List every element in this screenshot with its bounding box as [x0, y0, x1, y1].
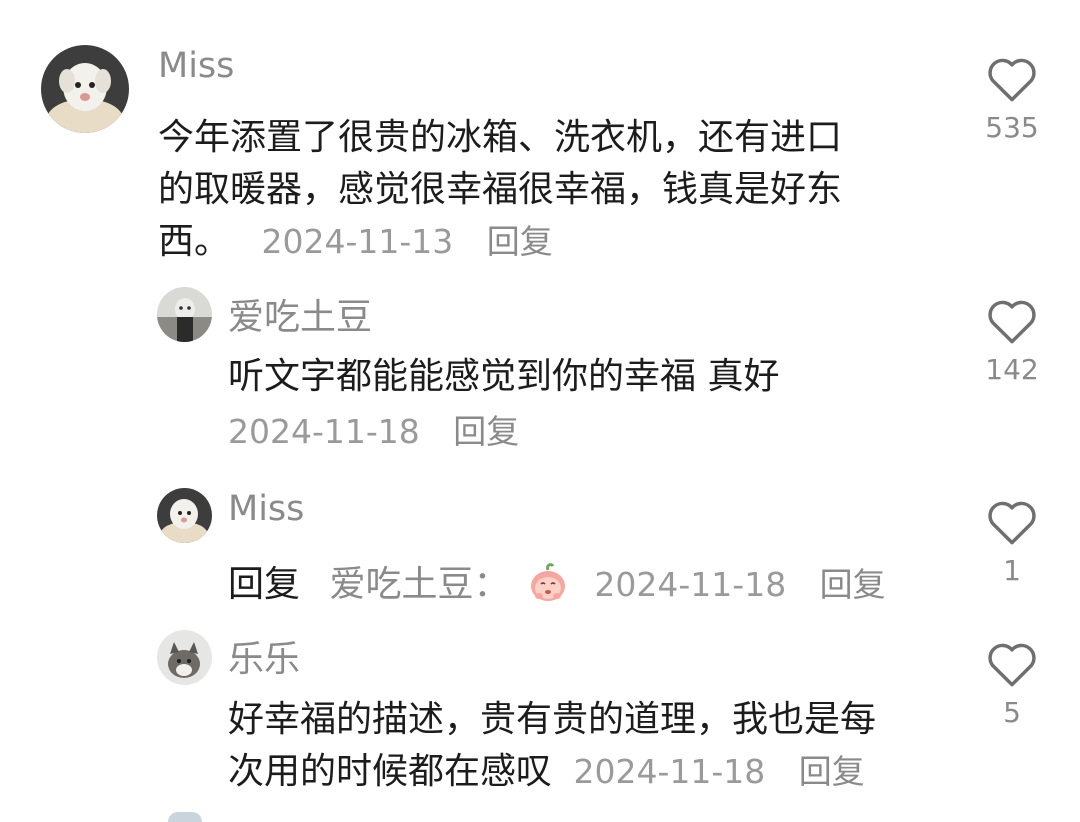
reply-button[interactable]: 回复: [487, 222, 553, 261]
reply-button[interactable]: 回复: [453, 412, 519, 451]
comment-text-line: 西。: [158, 221, 231, 262]
avatar-lele[interactable]: [157, 630, 212, 685]
like-button[interactable]: 142: [982, 297, 1042, 386]
comment-text-line: 次用的时候都在感叹: [228, 751, 553, 792]
comment-date: 2024-11-18: [228, 412, 420, 451]
like-count: 142: [985, 353, 1039, 386]
comment-username[interactable]: Miss: [228, 489, 304, 529]
avatar-aichitudou[interactable]: [157, 287, 212, 342]
like-count: 5: [1003, 696, 1021, 729]
reply-to-username[interactable]: 爱吃土豆: [329, 564, 473, 605]
avatar-miss[interactable]: [157, 488, 212, 543]
next-avatar-partial: [168, 812, 202, 822]
comment-username[interactable]: 爱吃土豆: [228, 288, 372, 340]
like-button[interactable]: 5: [982, 640, 1042, 729]
comment-text-line: 的取暖器，感觉很幸福很幸福，钱真是好东: [158, 169, 843, 210]
heart-outline-icon: [988, 643, 1036, 687]
heart-outline-icon: [988, 300, 1036, 344]
heart-outline-icon: [988, 501, 1036, 545]
peach-emoji: [527, 562, 569, 613]
heart-outline-icon: [988, 58, 1036, 102]
like-count: 535: [985, 111, 1039, 144]
reply-prefix: 回复: [228, 564, 301, 605]
comment-text-line: 听文字都能能感觉到你的幸福 真好: [228, 356, 780, 397]
reply-colon: ：: [473, 564, 510, 605]
reply-line: 回复 爱吃土豆： 2024-11-18 回复: [228, 555, 886, 613]
comment-text-line: 今年添置了很贵的冰箱、洗衣机，还有进口: [158, 117, 843, 158]
comment-meta-row: 2024-11-18 回复: [228, 405, 519, 453]
reply-button[interactable]: 回复: [799, 752, 865, 791]
comment-username[interactable]: Miss: [158, 46, 234, 86]
comment-text-line: 好幸福的描述，贵有贵的道理，我也是每: [228, 699, 877, 740]
avatar-miss[interactable]: [41, 45, 129, 133]
comment-date: 2024-11-13: [261, 222, 454, 261]
comment-last-line: 西。 2024-11-13 回复: [158, 212, 553, 264]
comment-last-line: 次用的时候都在感叹 2024-11-18 回复: [228, 742, 865, 794]
reply-button[interactable]: 回复: [820, 565, 886, 604]
comment-username[interactable]: 乐乐: [228, 630, 300, 682]
like-count: 1: [1003, 554, 1021, 587]
comment-date: 2024-11-18: [594, 565, 787, 604]
comment-date: 2024-11-18: [573, 752, 766, 791]
like-button[interactable]: 1: [982, 498, 1042, 587]
like-button[interactable]: 535: [982, 55, 1042, 144]
